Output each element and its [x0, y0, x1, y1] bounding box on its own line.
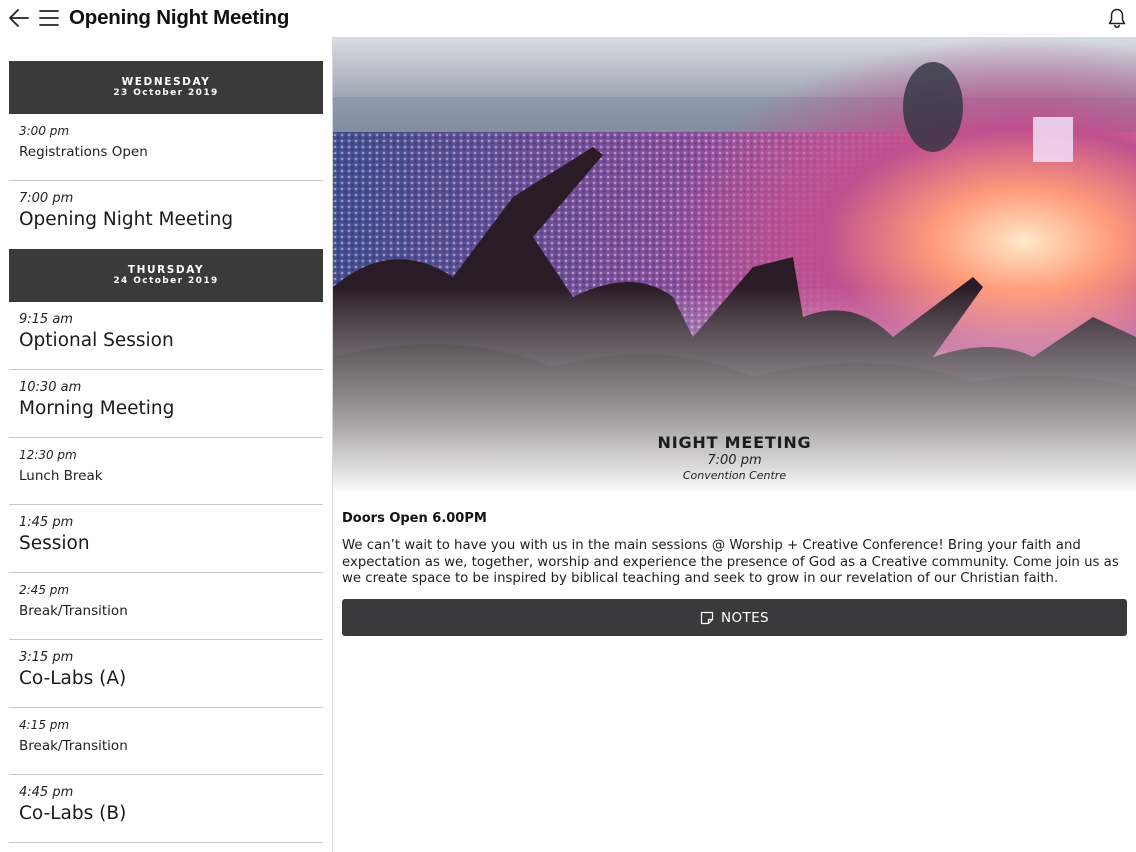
day-header-wednesday: WEDNESDAY 23 October 2019: [9, 61, 323, 114]
bell-icon[interactable]: [1106, 7, 1128, 29]
schedule-item[interactable]: 4:45 pm Co-Labs (B): [9, 775, 323, 843]
schedule-item-name: Opening Night Meeting: [19, 209, 234, 230]
note-icon: [700, 611, 714, 624]
schedule-item[interactable]: 3:00 pm Registrations Open: [9, 114, 323, 181]
schedule-item-time: 3:15 pm: [19, 650, 74, 665]
arrow-left-icon[interactable]: [8, 7, 30, 29]
notes-button[interactable]: NOTES: [342, 599, 1127, 636]
schedule-item[interactable]: 10:30 am Morning Meeting: [9, 370, 323, 438]
schedule-item-name: Morning Meeting: [19, 398, 175, 419]
schedule-item[interactable]: 3:15 pm Co-Labs (A): [9, 640, 323, 708]
schedule-item[interactable]: 1:45 pm Session: [9, 505, 323, 573]
schedule-item-name: Break/Transition: [19, 738, 128, 754]
event-description: We can’t wait to have you with us in the…: [342, 538, 1119, 586]
schedule-item-time: 12:30 pm: [19, 448, 77, 462]
schedule-list[interactable]: WEDNESDAY 23 October 2019 3:00 pm Regist…: [0, 37, 332, 852]
hero-event-venue: Convention Centre: [682, 469, 787, 482]
day-header-thursday: THURSDAY 24 October 2019: [9, 249, 323, 302]
schedule-item-name: Registrations Open: [19, 144, 148, 160]
schedule-item[interactable]: 12:30 pm Lunch Break: [9, 438, 323, 505]
top-bar: Opening Night Meeting: [0, 0, 1136, 37]
notes-button-label: NOTES: [720, 609, 770, 626]
schedule-item-time: 3:00 pm: [19, 124, 70, 138]
concert-crowd-image: [333, 37, 1136, 491]
event-description-section: Doors Open 6.00PM We can’t wait to have …: [342, 511, 1127, 588]
schedule-item-name: Co-Labs (A): [19, 668, 127, 689]
schedule-item-time: 7:00 pm: [19, 191, 74, 206]
hero-event-title: NIGHT MEETING: [657, 433, 812, 452]
schedule-item-time: 2:45 pm: [19, 583, 70, 597]
hero-event-time: 7:00 pm: [707, 453, 762, 468]
schedule-item-name: Break/Transition: [19, 603, 128, 619]
schedule-item-name: Lunch Break: [19, 468, 103, 484]
day-header-date: 24 October 2019: [113, 276, 219, 286]
schedule-item-time: 4:45 pm: [19, 785, 74, 800]
schedule-item[interactable]: 4:15 pm Break/Transition: [9, 708, 323, 775]
event-detail: NIGHT MEETING 7:00 pm Convention Centre …: [333, 37, 1136, 852]
schedule-item-time: 10:30 am: [19, 380, 82, 395]
hamburger-menu-icon[interactable]: [39, 8, 59, 28]
schedule-item-time: 1:45 pm: [19, 515, 74, 530]
schedule-item-selected[interactable]: 7:00 pm Opening Night Meeting: [9, 181, 323, 249]
day-header-date: 23 October 2019: [113, 88, 219, 98]
hero-image: NIGHT MEETING 7:00 pm Convention Centre: [333, 37, 1136, 491]
page-title: Opening Night Meeting: [69, 6, 290, 29]
doors-open-text: Doors Open 6.00PM: [342, 511, 487, 526]
schedule-item-time: 4:15 pm: [19, 718, 70, 732]
schedule-item[interactable]: 9:15 am Optional Session: [9, 302, 323, 370]
schedule-item-name: Optional Session: [19, 330, 174, 351]
schedule-item-name: Co-Labs (B): [19, 803, 127, 824]
day-header-dow: THURSDAY: [127, 264, 205, 276]
day-header-dow: WEDNESDAY: [121, 76, 211, 88]
schedule-item-time: 9:15 am: [19, 312, 73, 327]
schedule-item[interactable]: 2:45 pm Break/Transition: [9, 573, 323, 640]
schedule-item-name: Session: [19, 533, 90, 554]
